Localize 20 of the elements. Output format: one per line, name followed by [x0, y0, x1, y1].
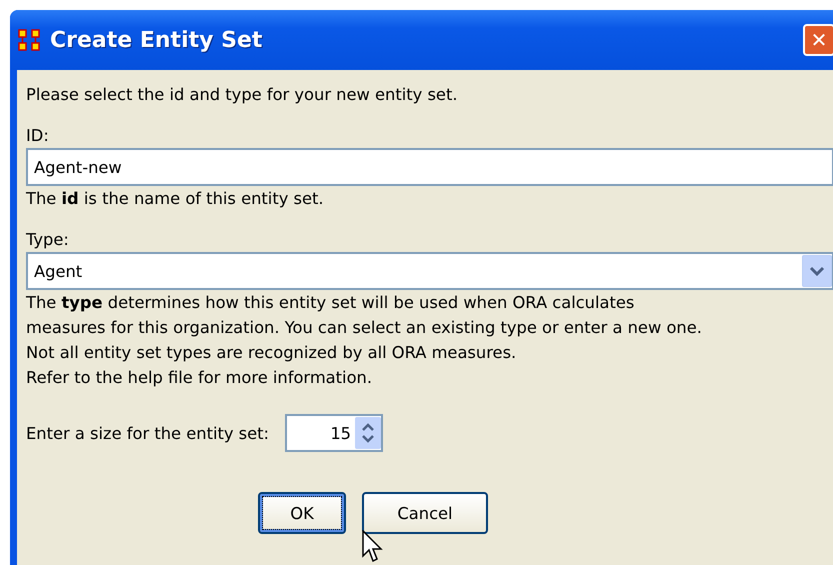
id-input-field[interactable]: Agent-new: [26, 148, 833, 186]
help-text-line: The type determines how this entity set will be used when ORA calculates: [26, 292, 636, 314]
help-text-line: measures for this organization. You can select an existing type or enter a new one.: [26, 317, 703, 339]
up-down-arrows-icon: [361, 421, 376, 445]
type-dropdown[interactable]: Agent: [26, 252, 833, 290]
field-label: Type:: [26, 229, 70, 251]
field-label: ID:: [26, 125, 50, 147]
close-button[interactable]: ✕: [803, 24, 833, 56]
size-spinner[interactable]: 15: [285, 414, 384, 452]
window-title: Create Entity Set: [50, 26, 262, 54]
help-text-line: Not all entity set types are recognized by all ORA measures.: [26, 342, 518, 364]
help-text-line: Refer to the help file for more information.: [26, 367, 374, 389]
field-label: Enter a size for the entity set:: [26, 422, 270, 444]
hint-text: The id is the name of this entity set.: [26, 188, 325, 210]
chevron-down-icon: [809, 266, 825, 276]
ok-button[interactable]: OK: [258, 492, 346, 534]
instruction-text: Please select the id and type for your new entity set.: [26, 84, 459, 106]
cancel-button[interactable]: Cancel: [362, 492, 488, 534]
app-icon: [18, 29, 40, 51]
mouse-pointer-icon: [362, 530, 384, 564]
